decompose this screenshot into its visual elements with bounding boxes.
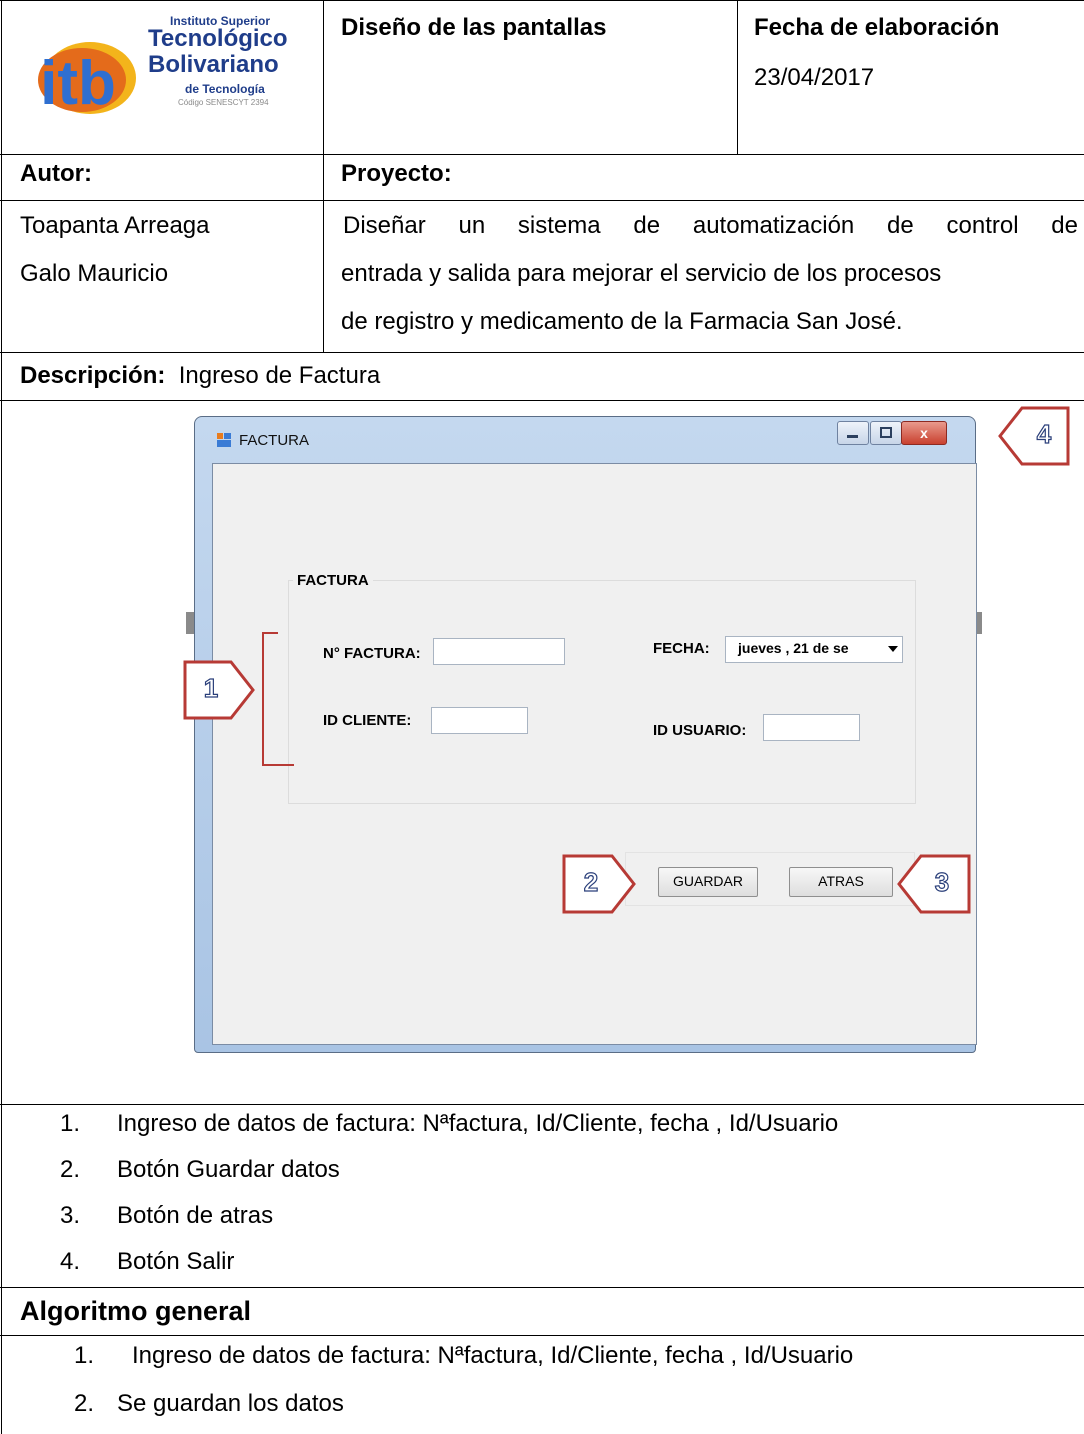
user-id-label: ID USUARIO: xyxy=(653,722,747,739)
callout-3-number: 3 xyxy=(934,866,950,897)
window-left-edge xyxy=(186,612,194,634)
callout-2-number: 2 xyxy=(583,866,599,897)
date-picker-value: jueves , 21 de se xyxy=(738,640,849,656)
svg-text:itb: itb xyxy=(40,49,116,116)
logo-line-4: de Tecnología xyxy=(185,82,265,96)
legend-item-1-num: 1. xyxy=(60,1110,81,1137)
form-icon xyxy=(217,433,231,447)
project-label: Proyecto: xyxy=(341,160,452,187)
itb-logo-mark-icon: itb xyxy=(38,42,136,116)
invoice-number-input[interactable] xyxy=(433,638,565,665)
window-frame: FACTURA x FACTURA N° FACTURA: ID CLIENTE… xyxy=(194,416,977,1053)
algorithm-item-1-num: 1. xyxy=(74,1342,95,1369)
description-label: Descripción: xyxy=(20,362,166,389)
factura-window: FACTURA x FACTURA N° FACTURA: ID CLIENTE… xyxy=(186,416,988,1053)
date-value: 23/04/2017 xyxy=(754,64,875,91)
client-id-input[interactable] xyxy=(431,707,528,734)
date-field-label: FECHA: xyxy=(653,640,710,657)
window-client-area: FACTURA N° FACTURA: ID CLIENTE: FECHA: j… xyxy=(212,463,977,1045)
callout-1-number: 1 xyxy=(203,672,219,703)
callout-4-number: 4 xyxy=(1036,418,1052,449)
invoice-number-label: N° FACTURA: xyxy=(323,645,421,662)
callout-3: 3 xyxy=(897,854,971,914)
window-title: FACTURA xyxy=(239,432,310,449)
logo-line-3: Bolivariano xyxy=(148,51,279,78)
save-button[interactable]: GUARDAR xyxy=(658,867,758,897)
groupbox-title: FACTURA xyxy=(293,572,373,589)
minimize-icon xyxy=(847,435,858,438)
minimize-button[interactable] xyxy=(837,421,869,445)
callout-4: 4 xyxy=(998,406,1070,466)
factura-groupbox xyxy=(288,580,916,804)
itb-logo: itb Instituto Superior Tecnológico Boliv… xyxy=(20,14,290,124)
legend-item-4-num: 4. xyxy=(60,1248,81,1275)
algorithm-title: Algoritmo general xyxy=(20,1296,252,1326)
back-button[interactable]: ATRAS xyxy=(789,867,893,897)
logo-line-5: Código SENESCYT 2394 xyxy=(178,98,269,107)
user-id-input[interactable] xyxy=(763,714,860,741)
algorithm-item-2-num: 2. xyxy=(74,1390,95,1417)
legend-item-4-text: Botón Salir xyxy=(117,1248,235,1275)
algorithm-item-2-text: Se guardan los datos xyxy=(117,1390,344,1417)
description-row: Descripción: Ingreso de Factura xyxy=(20,362,380,390)
callout-2: 2 xyxy=(562,854,636,914)
legend-item-2-num: 2. xyxy=(60,1156,81,1183)
fields-bracket xyxy=(262,632,294,766)
date-picker[interactable]: jueves , 21 de se xyxy=(725,636,903,663)
design-title: Diseño de las pantallas xyxy=(341,14,607,41)
callout-1: 1 xyxy=(183,660,255,720)
legend-item-3-num: 3. xyxy=(60,1202,81,1229)
client-id-label: ID CLIENTE: xyxy=(323,712,412,729)
date-label: Fecha de elaboración xyxy=(754,14,1000,41)
legend-item-1-text: Ingreso de datos de factura: Nªfactura, … xyxy=(117,1110,839,1137)
description-value: Ingreso de Factura xyxy=(178,362,381,389)
legend-item-2-text: Botón Guardar datos xyxy=(117,1156,340,1183)
maximize-icon xyxy=(880,427,892,438)
maximize-button[interactable] xyxy=(870,421,902,445)
algorithm-item-1-text: Ingreso de datos de factura: Nªfactura, … xyxy=(132,1342,854,1369)
close-button[interactable]: x xyxy=(901,421,947,445)
dropdown-arrow-icon xyxy=(888,646,898,652)
project-line-3: de registro y medicamento de la Farmacia… xyxy=(341,308,903,335)
close-icon: x xyxy=(920,425,928,441)
author-name-line-2: Galo Mauricio xyxy=(20,260,169,287)
author-name-line-1: Toapanta Arreaga xyxy=(20,212,210,239)
legend-item-3-text: Botón de atras xyxy=(117,1202,274,1229)
project-line-1: Diseñar un sistema de automatización de … xyxy=(343,212,1078,239)
project-line-2: entrada y salida para mejorar el servici… xyxy=(341,260,942,287)
logo-line-2: Tecnológico xyxy=(148,25,288,52)
author-label: Autor: xyxy=(20,160,92,187)
